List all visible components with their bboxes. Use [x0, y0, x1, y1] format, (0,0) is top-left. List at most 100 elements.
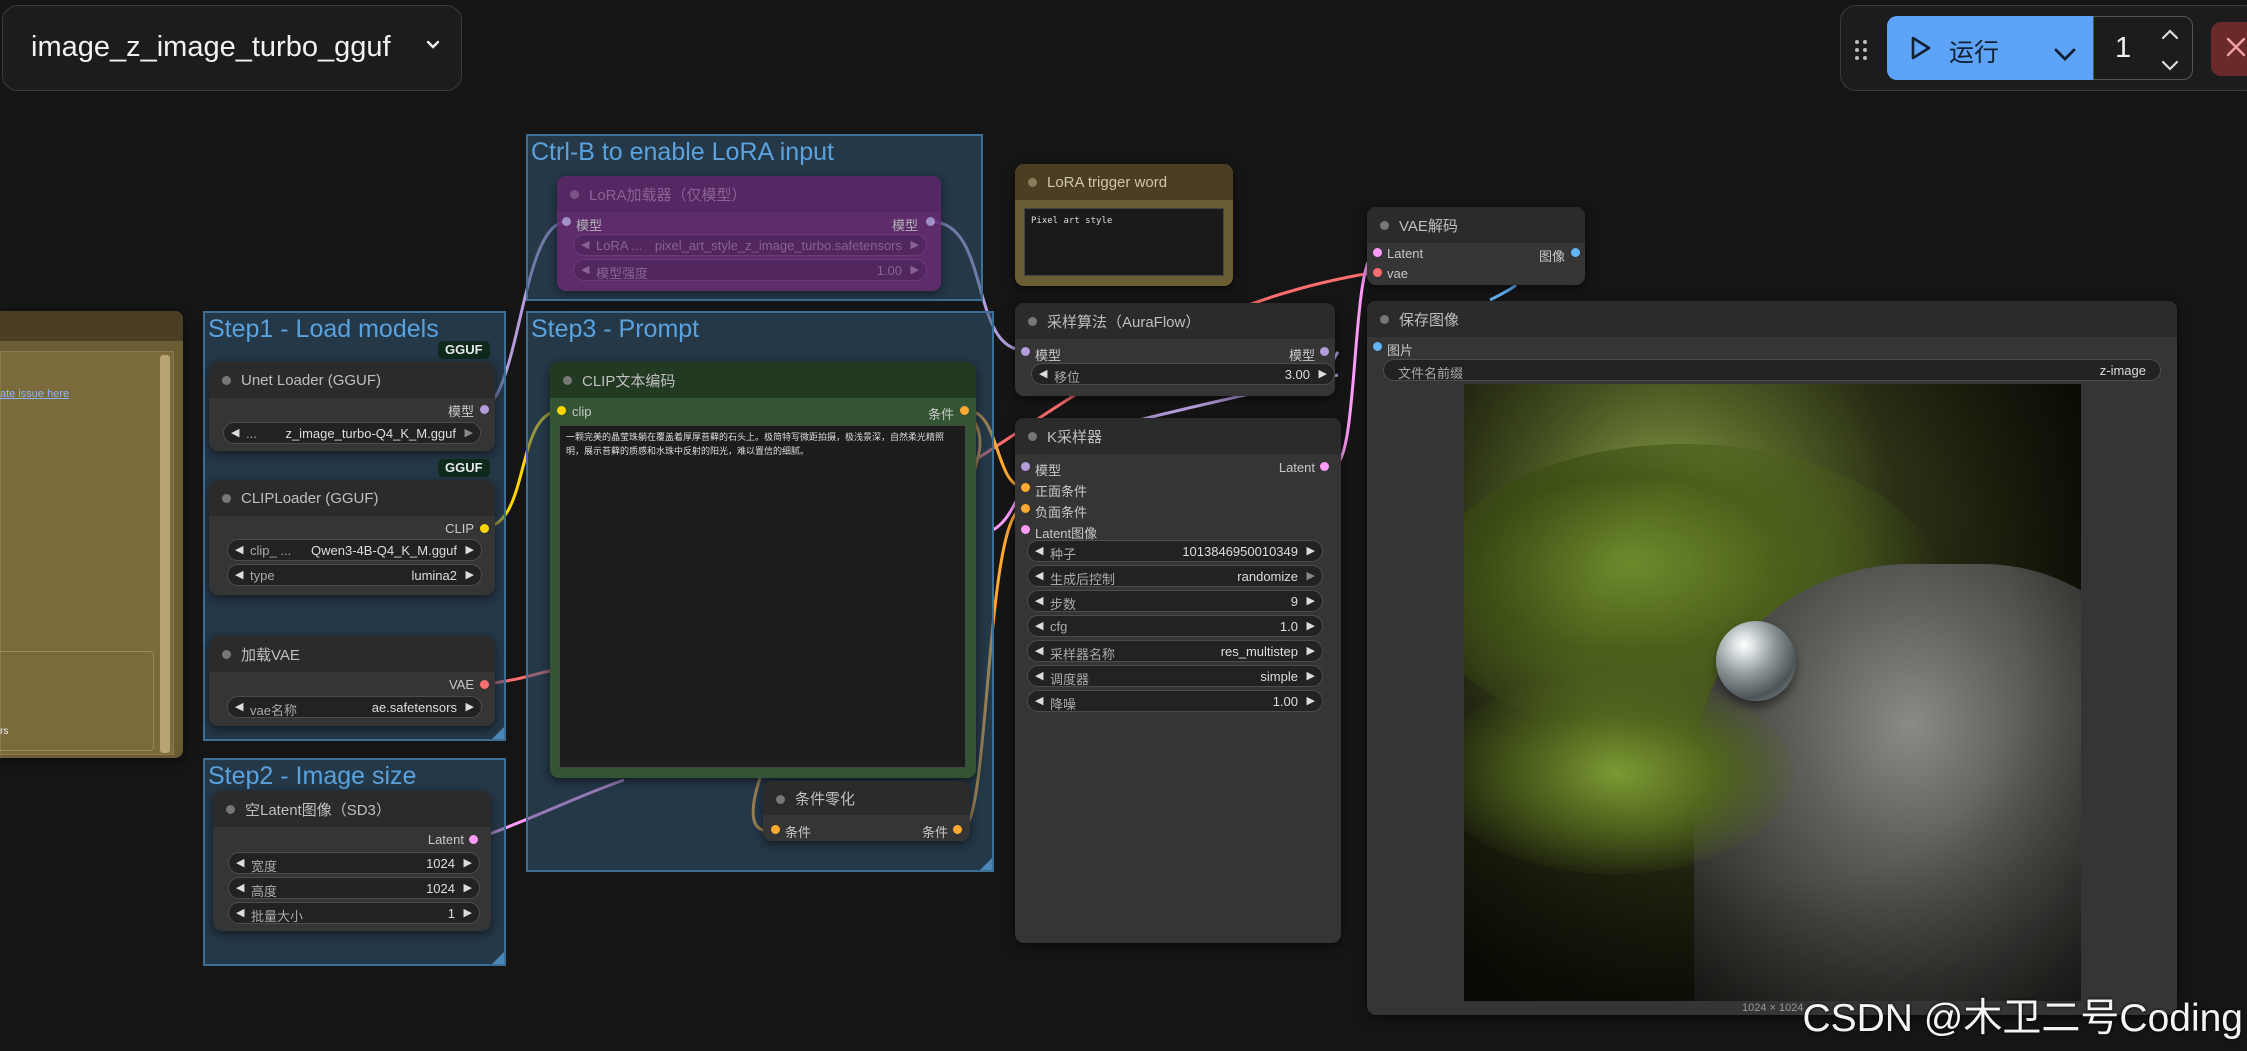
trigger-word-textarea[interactable]: Pixel art style: [1024, 208, 1224, 276]
clip-loader-node[interactable]: CLIPLoader (GGUF) CLIP ◀ clip_ ... Qwen3-…: [209, 480, 495, 595]
ksampler-node[interactable]: K采样器 模型 正面条件 负面条件 Latent图像 Latent ◀ 种子 10…: [1015, 418, 1341, 943]
vae-name-combo[interactable]: ◀ vae名称 ae.safetensors ▶: [227, 696, 482, 718]
vae-decode-node[interactable]: VAE解码 Latent vae 图像: [1367, 207, 1585, 285]
save-image-node[interactable]: 保存图像 图片 文件名前缀 z-image 1024 × 1024: [1367, 301, 2177, 1015]
collapse-dot[interactable]: [1028, 178, 1037, 187]
output-label: 图像: [1538, 249, 1565, 264]
shift-number[interactable]: ◀ 移位 3.00 ▶: [1031, 363, 1335, 385]
image-output-pin[interactable]: [1571, 248, 1580, 257]
batch-size-number[interactable]: ◀ 批量大小 1 ▶: [228, 902, 480, 924]
node-header[interactable]: CLIP文本编码: [550, 362, 976, 398]
arrow-right-icon: ▶: [463, 882, 472, 894]
image-input-pin[interactable]: [1373, 342, 1382, 351]
node-header[interactable]: LoRA trigger word: [1015, 164, 1233, 200]
model-output-pin[interactable]: [1320, 347, 1329, 356]
latent-input-pin[interactable]: [1021, 525, 1030, 534]
model-input-pin[interactable]: [1021, 462, 1030, 471]
run-button[interactable]: 运行: [1887, 16, 2094, 80]
steps-number[interactable]: ◀ 步数 9 ▶: [1027, 590, 1323, 612]
collapse-dot[interactable]: [1028, 432, 1037, 441]
drag-handle-icon[interactable]: [1854, 39, 1868, 66]
vae-input-pin[interactable]: [1373, 268, 1382, 277]
model-output-pin[interactable]: [926, 217, 935, 226]
negative-input-pin[interactable]: [1021, 504, 1030, 513]
unet-name-combo[interactable]: ◀... z_image_turbo-Q4_K_M.gguf ▶: [223, 422, 481, 444]
positive-input-pin[interactable]: [1021, 483, 1030, 492]
model-input-pin[interactable]: [562, 217, 571, 226]
collapse-dot[interactable]: [226, 805, 235, 814]
empty-latent-node[interactable]: 空Latent图像（SD3） Latent ◀ 宽度 1024 ▶ ◀ 高度 1024…: [213, 791, 491, 931]
conditioning-output-pin[interactable]: [960, 406, 969, 415]
unet-loader-node[interactable]: Unet Loader (GGUF) 模型 ◀... z_image_turbo…: [209, 362, 495, 451]
scheduler-combo[interactable]: ◀ 调度器 simple ▶: [1027, 665, 1323, 687]
clip-text-encode-node[interactable]: CLIP文本编码 clip 条件 一颗完美的晶莹珠躺在覆盖着厚厚苔藓的石头上。极…: [550, 362, 976, 778]
lora-trigger-node[interactable]: LoRA trigger word Pixel art style: [1015, 164, 1233, 286]
sampler-name-combo[interactable]: ◀ 采样器名称 res_multistep ▶: [1027, 640, 1323, 662]
graph-canvas[interactable]: ate issue here rs Ctrl-B to enable LoRA …: [0, 0, 2247, 1051]
collapse-dot[interactable]: [1380, 315, 1389, 324]
model-sampling-auraflow-node[interactable]: 采样算法（AuraFlow） 模型 模型 ◀ 移位 3.00 ▶: [1015, 303, 1335, 396]
collapse-dot[interactable]: [222, 376, 231, 385]
seed-number[interactable]: ◀ 种子 1013846950010349 ▶: [1027, 540, 1323, 562]
node-header[interactable]: Unet Loader (GGUF): [209, 362, 495, 398]
node-header[interactable]: K采样器: [1015, 418, 1341, 454]
collapse-dot[interactable]: [1028, 317, 1037, 326]
group-resize-handle[interactable]: [492, 727, 504, 739]
note-node[interactable]: ate issue here rs: [0, 311, 183, 758]
denoise-number[interactable]: ◀ 降噪 1.00 ▶: [1027, 690, 1323, 712]
collapse-dot[interactable]: [222, 650, 231, 659]
control-after-generate-combo[interactable]: ◀ 生成后控制 randomize ▶: [1027, 565, 1323, 587]
lora-loader-node[interactable]: LoRA加载器（仅模型） 模型 模型 ◀ LoRA ... pixel_art_s…: [557, 176, 941, 291]
group-resize-handle[interactable]: [980, 858, 992, 870]
width-number[interactable]: ◀ 宽度 1024 ▶: [228, 852, 480, 874]
chevron-down-icon[interactable]: [2160, 59, 2180, 77]
arrow-left-icon: ◀: [1035, 695, 1044, 707]
arrow-left-icon: ◀: [1035, 670, 1044, 682]
chevron-up-icon[interactable]: [2160, 27, 2180, 45]
collapse-dot[interactable]: [222, 494, 231, 503]
filename-prefix-input[interactable]: 文件名前缀 z-image: [1383, 359, 2161, 381]
clip-input-pin[interactable]: [557, 406, 566, 415]
node-header[interactable]: 采样算法（AuraFlow）: [1015, 303, 1335, 339]
lora-strength-slider[interactable]: ◀ 模型强度 1.00 ▶: [573, 259, 927, 281]
conditioning-input-pin[interactable]: [771, 825, 780, 834]
clip-output-pin[interactable]: [480, 524, 489, 533]
vae-output-pin[interactable]: [480, 680, 489, 689]
latent-input-pin[interactable]: [1373, 248, 1382, 257]
collapse-dot[interactable]: [570, 190, 579, 199]
cancel-button[interactable]: [2211, 22, 2247, 76]
output-label: Latent: [1278, 460, 1315, 475]
run-mode-chevron-icon[interactable]: [2053, 41, 2077, 70]
node-header[interactable]: 保存图像: [1367, 301, 2177, 337]
node-header[interactable]: 加载VAE: [209, 636, 495, 672]
queue-count-stepper[interactable]: 1: [2093, 16, 2193, 80]
latent-output-pin[interactable]: [469, 835, 478, 844]
node-header[interactable]: LoRA加载器（仅模型）: [557, 176, 941, 212]
node-header[interactable]: 空Latent图像（SD3）: [213, 791, 491, 827]
clip-type-combo[interactable]: ◀ type lumina2 ▶: [227, 564, 482, 586]
node-header[interactable]: CLIPLoader (GGUF): [209, 480, 495, 516]
model-input-pin[interactable]: [1021, 347, 1030, 356]
collapse-dot[interactable]: [1380, 221, 1389, 230]
height-number[interactable]: ◀ 高度 1024 ▶: [228, 877, 480, 899]
node-header[interactable]: VAE解码: [1367, 207, 1585, 243]
note-link[interactable]: ate issue here: [0, 388, 69, 400]
note-scrollbar[interactable]: [160, 355, 170, 753]
prompt-textarea[interactable]: 一颗完美的晶莹珠躺在覆盖着厚厚苔藓的石头上。极简特写微距拍摄，极浅景深，自然柔光…: [559, 425, 966, 768]
queue-count-value[interactable]: 1: [2115, 32, 2131, 65]
latent-output-pin[interactable]: [1320, 462, 1329, 471]
collapse-dot[interactable]: [776, 795, 785, 804]
cfg-number[interactable]: ◀ cfg 1.0 ▶: [1027, 615, 1323, 637]
group-resize-handle[interactable]: [492, 952, 504, 964]
arrow-left-icon: ◀: [1035, 545, 1044, 557]
collapse-dot[interactable]: [563, 376, 572, 385]
workflow-selector[interactable]: image_z_image_turbo_gguf: [2, 5, 462, 91]
model-output-pin[interactable]: [480, 405, 489, 414]
lora-name-combo[interactable]: ◀ LoRA ... pixel_art_style_z_image_turbo.…: [573, 234, 927, 256]
conditioning-zero-node[interactable]: 条件零化 条件 条件: [763, 781, 970, 841]
output-image-preview[interactable]: [1464, 384, 2081, 1001]
conditioning-output-pin[interactable]: [953, 825, 962, 834]
clip-name-combo[interactable]: ◀ clip_ ... Qwen3-4B-Q4_K_M.gguf ▶: [227, 539, 482, 561]
vae-loader-node[interactable]: 加载VAE VAE ◀ vae名称 ae.safetensors ▶: [209, 636, 495, 726]
node-header[interactable]: 条件零化: [763, 781, 970, 815]
